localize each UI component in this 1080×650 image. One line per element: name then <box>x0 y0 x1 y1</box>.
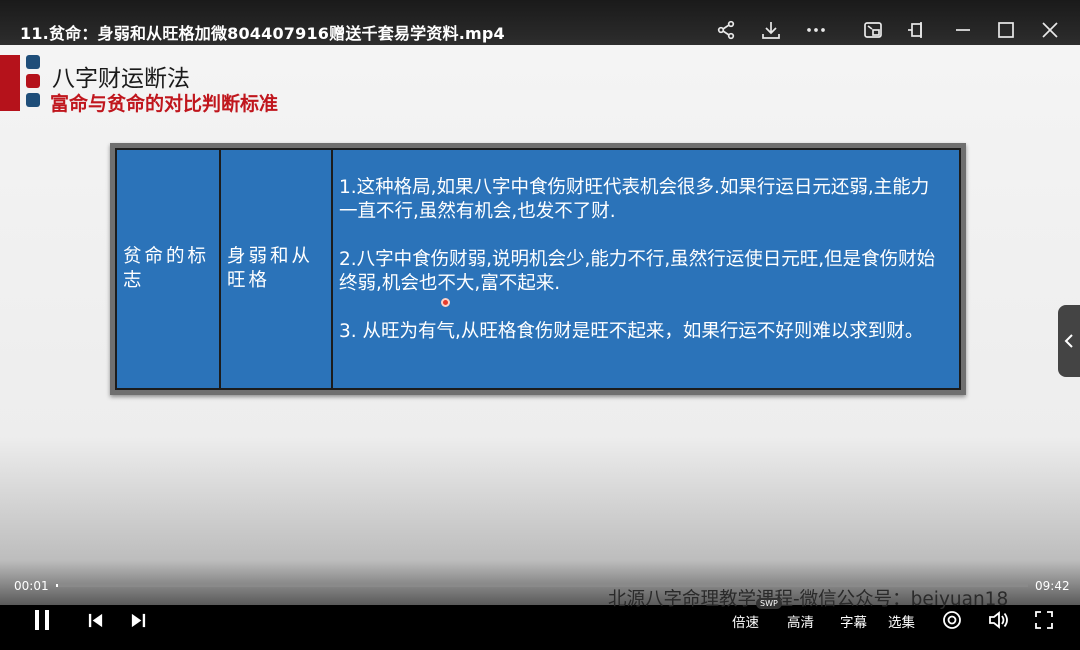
progress-bar[interactable] <box>56 584 1028 587</box>
speed-button[interactable]: 倍速 <box>732 611 759 631</box>
current-time: 00:01 <box>14 579 49 593</box>
more-icon[interactable] <box>804 18 828 42</box>
slide-accent-square <box>26 74 40 88</box>
skip-next-icon <box>131 613 145 627</box>
download-icon[interactable] <box>759 18 783 42</box>
side-panel-toggle[interactable] <box>1058 305 1080 377</box>
skip-previous-icon <box>88 613 102 627</box>
slide-heading: 八字财运断法 <box>52 66 190 92</box>
quality-button[interactable]: 高清 <box>787 611 814 631</box>
episodes-button[interactable]: 选集 <box>888 611 915 631</box>
pointer-dot <box>441 298 450 307</box>
target-icon <box>943 611 961 629</box>
swp-badge: SWP <box>756 598 782 609</box>
criteria-table: 贫命的标志 身弱和从旺格 1.这种格局,如果八字中食伤财旺代表机会很多.如果行运… <box>110 143 966 395</box>
volume-button[interactable] <box>987 606 1011 634</box>
close-icon[interactable] <box>1038 18 1062 42</box>
slide-accent-square <box>26 55 40 69</box>
maximize-icon[interactable] <box>994 18 1018 42</box>
share-icon[interactable] <box>714 18 738 42</box>
chevron-left-icon <box>1064 334 1073 348</box>
playback-settings-button[interactable] <box>940 606 964 634</box>
minimize-icon[interactable] <box>951 18 975 42</box>
slide-accent-square <box>26 93 40 107</box>
video-title: 11.贫命：身弱和从旺格加微804407916赠送千套易学资料.mp4 <box>20 24 505 43</box>
description-paragraph: 2.八字中食伤财弱,说明机会少,能力不行,虽然行运使日元旺,但是食伤财始终弱,机… <box>339 249 936 294</box>
description-paragraph: 1.这种格局,如果八字中食伤财旺代表机会很多.如果行运日元还弱,主能力一直不行,… <box>339 177 930 222</box>
volume-icon <box>989 611 1008 629</box>
pause-button[interactable] <box>30 606 54 634</box>
previous-button[interactable] <box>84 606 106 634</box>
table-cell-description: 1.这种格局,如果八字中食伤财旺代表机会很多.如果行运日元还弱,主能力一直不行,… <box>333 150 959 388</box>
picture-in-picture-icon[interactable] <box>861 18 885 42</box>
fullscreen-icon <box>1035 611 1053 629</box>
next-button[interactable] <box>127 606 149 634</box>
slide-accent-bar <box>0 55 20 111</box>
fullscreen-button[interactable] <box>1032 606 1056 634</box>
slide-subheading: 富命与贫命的对比判断标准 <box>50 93 279 115</box>
description-paragraph: 3. 从旺为有气,从旺格食伤财是旺不起来，如果行运不好则难以求到财。 <box>339 321 924 342</box>
table-cell-category: 贫命的标志 <box>117 150 221 388</box>
video-frame[interactable]: 八字财运断法 富命与贫命的对比判断标准 贫命的标志 身弱和从旺格 1.这种格局,… <box>0 45 1080 605</box>
table-cell-pattern: 身弱和从旺格 <box>221 150 333 388</box>
total-time: 09:42 <box>1035 579 1070 593</box>
progress-fill <box>56 584 58 587</box>
pin-icon[interactable] <box>904 18 928 42</box>
subtitle-button[interactable]: 字幕 <box>840 611 867 631</box>
pause-icon <box>35 610 49 630</box>
